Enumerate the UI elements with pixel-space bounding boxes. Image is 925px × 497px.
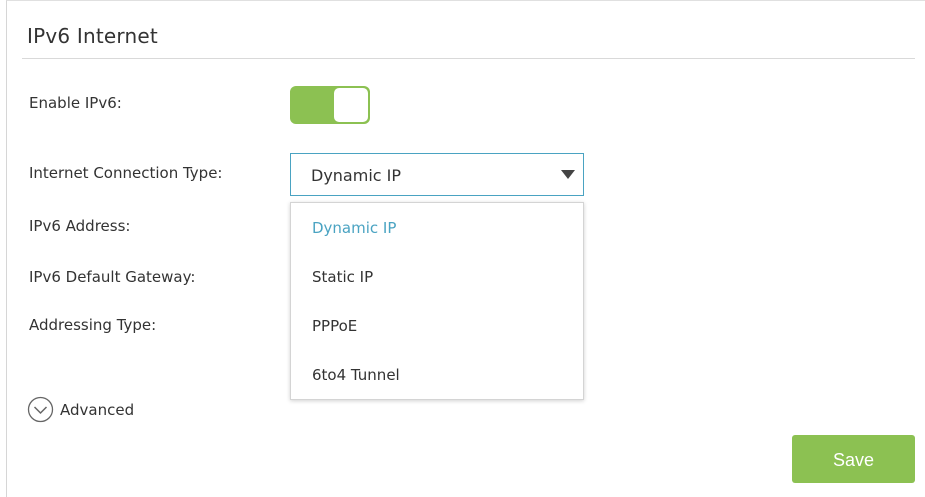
connection-type-select[interactable]: Dynamic IP xyxy=(290,153,584,196)
enable-ipv6-label: Enable IPv6: xyxy=(29,94,122,112)
option-6to4-tunnel[interactable]: 6to4 Tunnel xyxy=(312,366,400,384)
caret-down-icon xyxy=(561,170,575,179)
title-divider xyxy=(22,58,915,59)
chevron-down-circle-icon xyxy=(27,396,54,423)
option-static-ip[interactable]: Static IP xyxy=(312,268,373,286)
ipv6-gateway-label: IPv6 Default Gateway: xyxy=(29,268,196,286)
option-dynamic-ip[interactable]: Dynamic IP xyxy=(312,219,396,237)
enable-ipv6-toggle[interactable] xyxy=(290,86,370,124)
page-title: IPv6 Internet xyxy=(27,24,158,48)
addressing-type-label: Addressing Type: xyxy=(29,316,157,334)
connection-type-dropdown: Dynamic IP Static IP PPPoE 6to4 Tunnel xyxy=(290,202,584,400)
ipv6-address-label: IPv6 Address: xyxy=(29,217,131,235)
connection-type-value: Dynamic IP xyxy=(311,166,402,185)
advanced-toggle[interactable]: Advanced xyxy=(27,396,134,423)
connection-type-label: Internet Connection Type: xyxy=(29,164,223,182)
option-pppoe[interactable]: PPPoE xyxy=(312,317,357,335)
save-button[interactable]: Save xyxy=(792,435,915,483)
advanced-label: Advanced xyxy=(60,400,135,419)
toggle-knob xyxy=(334,88,368,122)
